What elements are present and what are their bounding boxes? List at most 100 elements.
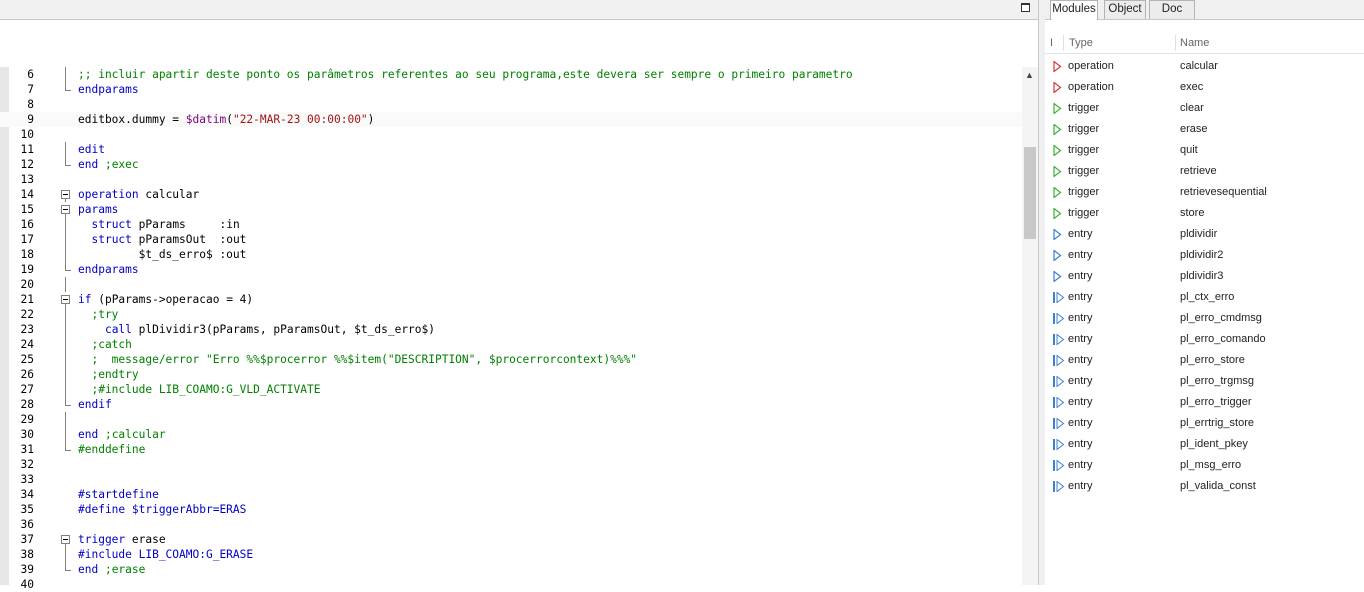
- code-line[interactable]: 16 struct pParams :in: [0, 217, 1022, 232]
- code-line[interactable]: 39 end ;erase: [0, 562, 1022, 577]
- code-token: pParamsOut :out: [131, 233, 247, 246]
- code-line[interactable]: 24 ;catch: [0, 337, 1022, 352]
- code-line[interactable]: 20: [0, 277, 1022, 292]
- code-line[interactable]: 8: [0, 97, 1022, 112]
- fold-toggle-icon[interactable]: [61, 292, 70, 307]
- code-text: params: [78, 202, 118, 217]
- module-row[interactable]: entry pl_erro_cmdmsg: [1045, 308, 1364, 329]
- code-line[interactable]: 6 ;; incluir apartir deste ponto os parâm…: [0, 67, 1022, 82]
- code-token: #include LIB_COAMO:G_ERASE: [78, 548, 254, 561]
- module-row[interactable]: operation calcular: [1045, 56, 1364, 77]
- line-number: 31: [20, 443, 34, 456]
- code-line[interactable]: 31 #enddefine: [0, 442, 1022, 457]
- module-row[interactable]: trigger retrieve: [1045, 161, 1364, 182]
- code-line[interactable]: 33: [0, 472, 1022, 487]
- module-name: pl_errtrig_store: [1180, 417, 1254, 429]
- code-line[interactable]: 23 call plDividir3(pParams, pParamsOut, …: [0, 322, 1022, 337]
- fold-toggle-icon[interactable]: [61, 187, 70, 202]
- code-line[interactable]: 19 endparams: [0, 262, 1022, 277]
- module-row[interactable]: entry pl_valida_const: [1045, 476, 1364, 497]
- code-line[interactable]: 14 operation calcular: [0, 187, 1022, 202]
- code-line[interactable]: 29: [0, 412, 1022, 427]
- code-line[interactable]: 18 $t_ds_erro$ :out: [0, 247, 1022, 262]
- code-line[interactable]: 25 ; message/error "Erro %%$procerror %%…: [0, 352, 1022, 367]
- scroll-up-icon[interactable]: ▲: [1025, 70, 1034, 80]
- line-number: 10: [20, 128, 34, 141]
- column-indicator[interactable]: I: [1050, 37, 1053, 49]
- code-line[interactable]: 28 endif: [0, 397, 1022, 412]
- module-row[interactable]: trigger clear: [1045, 98, 1364, 119]
- fold-line: [61, 232, 70, 247]
- code-line[interactable]: 9 editbox.dummy = $datim("22-MAR-23 00:00…: [0, 112, 1022, 127]
- fold-line: [61, 247, 70, 262]
- column-name[interactable]: Name: [1180, 37, 1209, 49]
- line-number: 33: [20, 473, 34, 486]
- tab-object[interactable]: Object: [1104, 0, 1146, 19]
- code-line[interactable]: 13: [0, 172, 1022, 187]
- module-panel: Modules Object Doc I Type Name operation…: [1045, 0, 1364, 585]
- module-row[interactable]: trigger quit: [1045, 140, 1364, 161]
- module-row[interactable]: trigger erase: [1045, 119, 1364, 140]
- code-line[interactable]: 38 #include LIB_COAMO:G_ERASE: [0, 547, 1022, 562]
- code-token: ;endtry: [78, 368, 139, 381]
- module-name: pldividir2: [1180, 249, 1224, 261]
- tab-doc[interactable]: Doc: [1149, 0, 1195, 19]
- module-row[interactable]: entry pl_erro_comando: [1045, 329, 1364, 350]
- code-token: editbox.dummy =: [78, 113, 186, 126]
- code-line[interactable]: 34 #startdefine: [0, 487, 1022, 502]
- code-line[interactable]: 35 #define $triggerAbbr=ERAS: [0, 502, 1022, 517]
- module-row[interactable]: trigger retrievesequential: [1045, 182, 1364, 203]
- code-line[interactable]: 7 endparams: [0, 82, 1022, 97]
- module-type: entry: [1068, 417, 1093, 429]
- code-line[interactable]: 27 ;#include LIB_COAMO:G_VLD_ACTIVATE: [0, 382, 1022, 397]
- module-row[interactable]: entry pl_ident_pkey: [1045, 434, 1364, 455]
- code-token: plDividir3(pParams, pParamsOut, $t_ds_er…: [131, 323, 436, 336]
- column-divider[interactable]: [1063, 35, 1064, 51]
- code-text: struct pParamsOut :out: [78, 232, 246, 247]
- module-row[interactable]: entry pl_errtrig_store: [1045, 413, 1364, 434]
- external-entry-icon: [1053, 438, 1065, 451]
- code-line[interactable]: 10: [0, 127, 1022, 142]
- column-type[interactable]: Type: [1069, 37, 1093, 49]
- module-row[interactable]: operation exec: [1045, 77, 1364, 98]
- module-row[interactable]: trigger store: [1045, 203, 1364, 224]
- code-editor[interactable]: 6 ;; incluir apartir deste ponto os parâm…: [0, 67, 1022, 591]
- code-token: calcular: [138, 188, 200, 201]
- code-text: $t_ds_erro$ :out: [78, 247, 247, 262]
- code-line[interactable]: 21 if (pParams->operacao = 4): [0, 292, 1022, 307]
- code-line[interactable]: 37 trigger erase: [0, 532, 1022, 547]
- line-number: 7: [27, 83, 34, 96]
- module-row[interactable]: entry pldividir3: [1045, 266, 1364, 287]
- code-token: params: [78, 203, 119, 216]
- module-row[interactable]: entry pl_erro_trgmsg: [1045, 371, 1364, 392]
- maximize-icon[interactable]: [1021, 3, 1030, 12]
- code-text: endif: [78, 397, 112, 412]
- code-line[interactable]: 15 params: [0, 202, 1022, 217]
- editor-vertical-scrollbar[interactable]: ▲: [1022, 67, 1038, 585]
- module-row[interactable]: entry pl_ctx_erro: [1045, 287, 1364, 308]
- column-divider[interactable]: [1175, 35, 1176, 51]
- code-line[interactable]: 26 ;endtry: [0, 367, 1022, 382]
- code-token: (pParams->operacao = 4): [91, 293, 254, 306]
- code-line[interactable]: 12 end ;exec: [0, 157, 1022, 172]
- code-line[interactable]: 22 ;try: [0, 307, 1022, 322]
- code-line[interactable]: 17 struct pParamsOut :out: [0, 232, 1022, 247]
- code-line[interactable]: 11 edit: [0, 142, 1022, 157]
- tab-modules[interactable]: Modules: [1050, 0, 1098, 20]
- code-line[interactable]: 32: [0, 457, 1022, 472]
- scroll-thumb[interactable]: [1024, 147, 1036, 239]
- code-line[interactable]: 36: [0, 517, 1022, 532]
- module-row[interactable]: entry pl_erro_store: [1045, 350, 1364, 371]
- module-row[interactable]: entry pl_erro_trigger: [1045, 392, 1364, 413]
- module-row[interactable]: entry pl_msg_erro: [1045, 455, 1364, 476]
- fold-toggle-icon[interactable]: [61, 532, 70, 547]
- fold-toggle-icon[interactable]: [61, 202, 70, 217]
- fold-line: [61, 277, 70, 292]
- module-row[interactable]: entry pldividir2: [1045, 245, 1364, 266]
- code-token: struct: [91, 233, 132, 246]
- module-name: pl_ctx_erro: [1180, 291, 1235, 303]
- code-line[interactable]: 30 end ;calcular: [0, 427, 1022, 442]
- code-text: #include LIB_COAMO:G_ERASE: [78, 547, 253, 562]
- module-row[interactable]: entry pldividir: [1045, 224, 1364, 245]
